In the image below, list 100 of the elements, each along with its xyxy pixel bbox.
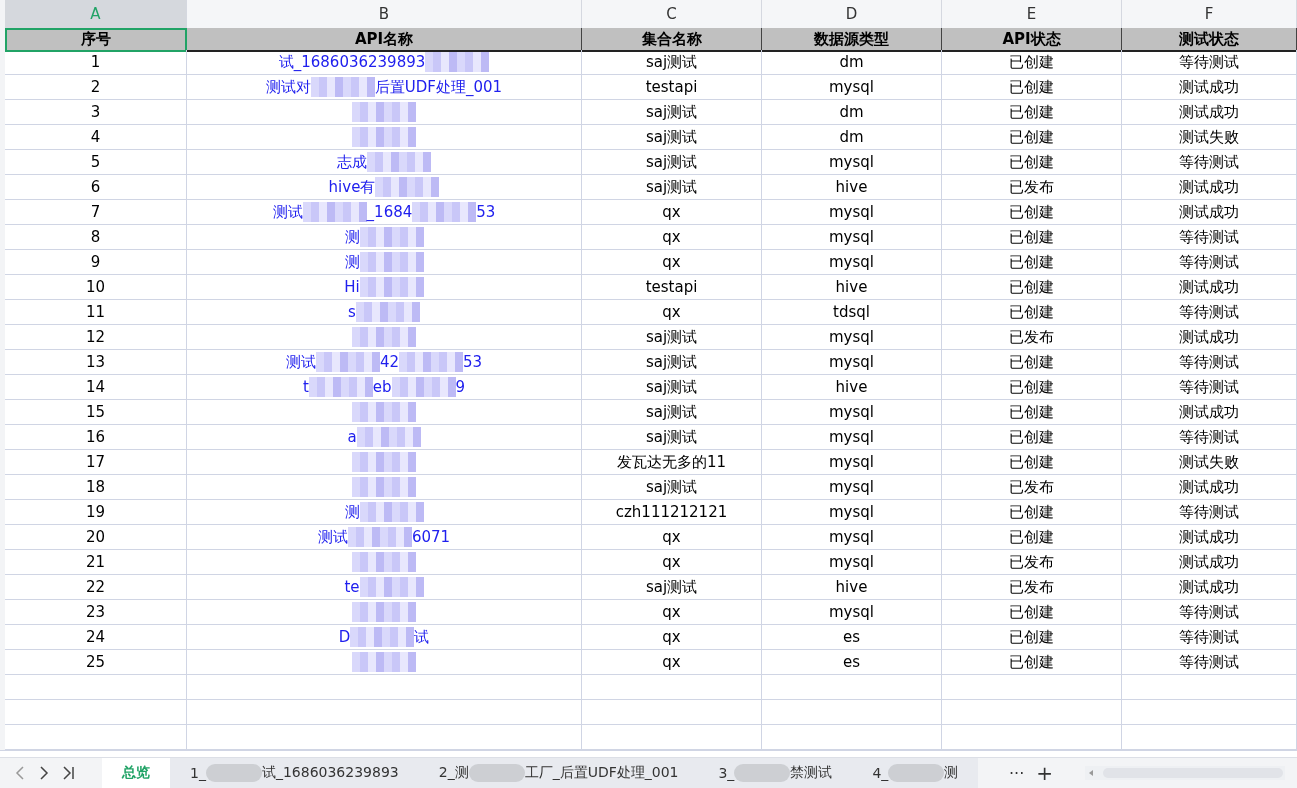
- table-cell: 等待测试: [1122, 425, 1297, 450]
- api-name-fragment: 测试对: [265, 77, 311, 97]
- api-name-fragment: D: [338, 628, 351, 646]
- redaction-mosaic: [391, 377, 456, 397]
- empty-cell[interactable]: [1122, 700, 1297, 725]
- empty-cell[interactable]: [1122, 725, 1297, 750]
- empty-cell[interactable]: [187, 675, 582, 700]
- redaction-mosaic: [347, 527, 412, 547]
- column-letter[interactable]: F: [1122, 0, 1297, 28]
- next-sheet-icon[interactable]: [38, 765, 50, 781]
- empty-cell[interactable]: [1122, 675, 1297, 700]
- redaction-mosaic: [367, 152, 431, 172]
- empty-cell[interactable]: [5, 700, 187, 725]
- table-cell: 已创建: [942, 200, 1122, 225]
- column-letter[interactable]: D: [762, 0, 942, 28]
- add-sheet-button[interactable]: +: [1036, 761, 1054, 785]
- empty-cell[interactable]: [582, 675, 762, 700]
- table-cell: 22: [5, 575, 187, 600]
- redaction-mosaic: [359, 502, 424, 522]
- table-cell: 14: [5, 375, 187, 400]
- redaction-mosaic: [352, 402, 416, 422]
- table-cell: tdsql: [762, 300, 942, 325]
- table-cell: 已发布: [942, 575, 1122, 600]
- table-cell: 3: [5, 100, 187, 125]
- sheet-tab[interactable]: 1_ 试_1686036239893: [170, 758, 419, 788]
- column-letter[interactable]: B: [187, 0, 582, 28]
- table-cell: 测试成功: [1122, 525, 1297, 550]
- redaction-mosaic: [359, 227, 424, 247]
- table-cell: dm: [762, 50, 942, 75]
- table-cell: saj测试: [582, 425, 762, 450]
- column-header-cell: API名称: [187, 28, 582, 52]
- redaction-mosaic: [205, 764, 262, 782]
- more-sheets-button[interactable]: ···: [1009, 763, 1025, 783]
- table-cell: 已创建: [942, 600, 1122, 625]
- table-cell: 等待测试: [1122, 650, 1297, 675]
- empty-cell[interactable]: [762, 675, 942, 700]
- table-cell: 等待测试: [1122, 600, 1297, 625]
- redaction-mosaic: [352, 552, 416, 572]
- table-cell: 20: [5, 525, 187, 550]
- table-cell: qx: [582, 550, 762, 575]
- table-cell: qx: [582, 200, 762, 225]
- table-cell: 等待测试: [1122, 150, 1297, 175]
- empty-cell[interactable]: [187, 700, 582, 725]
- table-cell: mysql: [762, 450, 942, 475]
- table-cell: mysql: [762, 350, 942, 375]
- sheet-tab[interactable]: 4_ 测: [852, 758, 979, 788]
- table-cell: 已创建: [942, 350, 1122, 375]
- empty-cell[interactable]: [582, 725, 762, 750]
- table-cell: 已创建: [942, 625, 1122, 650]
- table-cell: 测试成功: [1122, 575, 1297, 600]
- table-cell: 测试成功: [1122, 75, 1297, 100]
- table-cell: 测试成功: [1122, 100, 1297, 125]
- api-name-fragment: 测试: [285, 352, 316, 372]
- table-cell: saj测试: [582, 150, 762, 175]
- table-cell: 4: [5, 125, 187, 150]
- table-cell: 1: [5, 50, 187, 75]
- empty-cell[interactable]: [762, 725, 942, 750]
- column-letter[interactable]: E: [942, 0, 1122, 28]
- table-cell: 19: [5, 500, 187, 525]
- empty-cell[interactable]: [942, 725, 1122, 750]
- table-cell: 6: [5, 175, 187, 200]
- table-cell: qx: [582, 525, 762, 550]
- redaction-mosaic: [308, 377, 373, 397]
- table-cell: saj测试: [582, 375, 762, 400]
- table-cell: 10: [5, 275, 187, 300]
- empty-cell[interactable]: [762, 700, 942, 725]
- table-cell: saj测试: [582, 325, 762, 350]
- table-cell: qx: [582, 625, 762, 650]
- empty-cell[interactable]: [942, 675, 1122, 700]
- api-name-fragment: 53: [463, 353, 483, 371]
- column-letter[interactable]: C: [582, 0, 762, 28]
- redaction-mosaic: [359, 277, 424, 297]
- redaction-mosaic: [302, 202, 367, 222]
- redaction-mosaic: [352, 127, 416, 147]
- table-cell: mysql: [762, 550, 942, 575]
- table-cell: hive: [762, 275, 942, 300]
- table-cell: 已创建: [942, 125, 1122, 150]
- table-cell: hive: [762, 175, 942, 200]
- table-cell: 测试成功: [1122, 475, 1297, 500]
- previous-sheet-icon[interactable]: [14, 765, 26, 781]
- empty-cell[interactable]: [582, 700, 762, 725]
- empty-cell[interactable]: [942, 700, 1122, 725]
- table-cell: saj测试: [582, 400, 762, 425]
- redaction-mosaic: [734, 764, 791, 782]
- table-cell: 已创建: [942, 300, 1122, 325]
- table-cell: 已发布: [942, 475, 1122, 500]
- redaction-mosaic: [315, 352, 380, 372]
- redaction-mosaic: [352, 102, 416, 122]
- sheet-tab[interactable]: 3_ 禁测试: [698, 758, 853, 788]
- empty-cell[interactable]: [187, 725, 582, 750]
- sheet-tab[interactable]: 2_测 工厂_后置UDF处理_001: [418, 758, 699, 788]
- last-sheet-icon[interactable]: [62, 765, 76, 781]
- empty-cell[interactable]: [5, 725, 187, 750]
- redaction-mosaic: [359, 577, 424, 597]
- table-cell: mysql: [762, 525, 942, 550]
- empty-cell[interactable]: [5, 675, 187, 700]
- table-cell: 12: [5, 325, 187, 350]
- api-name-fragment: hive有: [328, 177, 376, 197]
- table-cell: 17: [5, 450, 187, 475]
- table-cell: es: [762, 650, 942, 675]
